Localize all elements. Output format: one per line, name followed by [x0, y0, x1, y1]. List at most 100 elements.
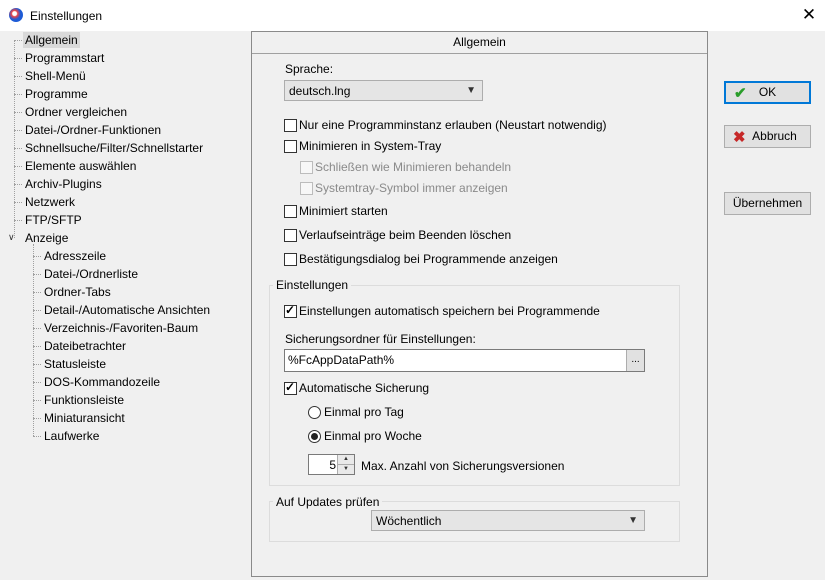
tree-item-ftp-sftp[interactable]: FTP/SFTP: [23, 212, 84, 228]
minimize-tray-checkbox[interactable]: [284, 140, 297, 153]
decrement-icon[interactable]: ▼: [337, 465, 354, 474]
once-per-day-radio[interactable]: [308, 406, 321, 419]
checkmark-icon: ✔: [734, 85, 747, 102]
tree-connector: [14, 94, 22, 95]
tree-subitem-datei-ordnerliste[interactable]: Datei-/Ordnerliste: [42, 266, 140, 282]
confirm-exit-label: Bestätigungsdialog bei Programmende anze…: [299, 252, 558, 266]
tree-connector: [33, 310, 41, 311]
clear-history-label: Verlaufseinträge beim Beenden löschen: [299, 228, 512, 242]
tree-connector: [33, 364, 41, 365]
single-instance-label: Nur eine Programminstanz erlauben (Neust…: [299, 118, 607, 132]
backup-folder-input[interactable]: [288, 353, 608, 367]
single-instance-checkbox[interactable]: [284, 119, 297, 132]
tree-connector: [14, 76, 22, 77]
start-minimized-checkbox[interactable]: [284, 205, 297, 218]
tree-connector: [33, 274, 41, 275]
tree-subitem-detail-automatische-ansichten[interactable]: Detail-/Automatische Ansichten: [42, 302, 212, 318]
tray-icon-always-label: Systemtray-Symbol immer anzeigen: [315, 181, 508, 195]
tree-connector: [33, 346, 41, 347]
panel-header: Allgemein: [252, 32, 707, 54]
tree-item-archiv-plugins[interactable]: Archiv-Plugins: [23, 176, 104, 192]
tree-connector: [33, 328, 41, 329]
tree-subitem-verzeichnis-favoriten-baum[interactable]: Verzeichnis-/Favoriten-Baum: [42, 320, 200, 336]
close-as-minimize-label: Schließen wie Minimieren behandeln: [315, 160, 512, 174]
language-select[interactable]: deutsch.lng ▼: [284, 80, 483, 101]
tree-subitem-dateibetrachter[interactable]: Dateibetrachter: [42, 338, 128, 354]
updates-group-title: Auf Updates prüfen: [273, 495, 383, 509]
tree-connector: [14, 130, 22, 131]
tree-item-schnellsuche-filter-schnellstarter[interactable]: Schnellsuche/Filter/Schnellstarter: [23, 140, 205, 156]
close-icon[interactable]: ✕: [797, 4, 821, 26]
tree-connector: [14, 148, 22, 149]
tree-connector: [14, 166, 22, 167]
tree-connector: [33, 382, 41, 383]
tree-subitem-statusleiste[interactable]: Statusleiste: [42, 356, 108, 372]
tree-subitem-funktionsleiste[interactable]: Funktionsleiste: [42, 392, 126, 408]
tree-connector: [33, 400, 41, 401]
tree-item-allgemein[interactable]: Allgemein: [23, 32, 80, 48]
language-label: Sprache:: [285, 62, 334, 76]
tree-item-ordner-vergleichen[interactable]: Ordner vergleichen: [23, 104, 129, 120]
tree-connector: [14, 40, 22, 41]
tree-subitem-adresszeile[interactable]: Adresszeile: [42, 248, 108, 264]
backup-folder-label: Sicherungsordner für Einstellungen:: [285, 332, 476, 346]
tree-connector: [14, 202, 22, 203]
auto-backup-checkbox[interactable]: [284, 380, 297, 395]
tree-item-shell-menü[interactable]: Shell-Menü: [23, 68, 88, 84]
start-minimized-label: Minimiert starten: [299, 204, 388, 218]
tree-connector: [14, 58, 22, 59]
max-versions-stepper[interactable]: 5 ▲ ▼: [308, 454, 355, 475]
ok-label: OK: [758, 85, 777, 99]
tree-connector: [33, 256, 41, 257]
app-icon: [9, 8, 23, 22]
cancel-label: Abbruch: [752, 129, 797, 143]
tree-item-programmstart[interactable]: Programmstart: [23, 50, 106, 66]
tree-item-netzwerk[interactable]: Netzwerk: [23, 194, 77, 210]
tree-connector: [14, 184, 22, 185]
once-per-week-label: Einmal pro Woche: [324, 429, 422, 443]
tree-connector: [33, 292, 41, 293]
ok-button[interactable]: ✔ OK: [724, 81, 811, 104]
update-frequency-select[interactable]: Wöchentlich ▼: [371, 510, 645, 531]
title-bar: [0, 0, 825, 31]
minimize-tray-label: Minimieren in System-Tray: [299, 139, 442, 153]
close-as-minimize-checkbox: [300, 161, 313, 174]
language-value: deutsch.lng: [289, 84, 351, 98]
tree-subitem-dos-kommandozeile[interactable]: DOS-Kommandozeile: [42, 374, 162, 390]
auto-backup-label: Automatische Sicherung: [299, 381, 430, 395]
chevron-down-icon[interactable]: ∨: [8, 232, 15, 243]
tree-subitem-ordner-tabs[interactable]: Ordner-Tabs: [42, 284, 113, 300]
tree-connector: [33, 244, 34, 436]
chevron-down-icon: ▼: [466, 85, 476, 96]
tree-connector: [14, 220, 22, 221]
auto-save-label: Einstellungen automatisch speichern bei …: [299, 304, 600, 318]
apply-label: Übernehmen: [732, 196, 803, 210]
max-versions-value: 5: [329, 458, 336, 472]
settings-group-title: Einstellungen: [273, 278, 352, 292]
tray-icon-always-checkbox: [300, 182, 313, 195]
window-title: Einstellungen: [30, 9, 103, 23]
tree-subitem-laufwerke[interactable]: Laufwerke: [42, 428, 101, 444]
tree-connector: [14, 112, 22, 113]
tree-subitem-miniaturansicht[interactable]: Miniaturansicht: [42, 410, 127, 426]
chevron-down-icon: ▼: [628, 515, 638, 526]
cancel-button[interactable]: ✖ Abbruch: [724, 125, 811, 148]
auto-save-checkbox[interactable]: [284, 303, 297, 318]
apply-button[interactable]: Übernehmen: [724, 192, 811, 215]
tree-connector: [33, 436, 41, 437]
cross-icon: ✖: [733, 129, 746, 146]
clear-history-checkbox[interactable]: [284, 229, 297, 242]
tree-connector: [33, 418, 41, 419]
confirm-exit-checkbox[interactable]: [284, 253, 297, 266]
browse-button[interactable]: ...: [626, 350, 644, 371]
update-frequency-value: Wöchentlich: [376, 514, 442, 528]
tree-item-elemente-auswählen[interactable]: Elemente auswählen: [23, 158, 138, 174]
increment-icon[interactable]: ▲: [337, 455, 354, 465]
max-versions-label: Max. Anzahl von Sicherungsversionen: [361, 459, 565, 473]
tree-item-anzeige[interactable]: Anzeige: [23, 230, 70, 246]
tree-item-programme[interactable]: Programme: [23, 86, 90, 102]
once-per-week-radio[interactable]: [308, 430, 321, 443]
backup-folder-field[interactable]: ...: [284, 349, 645, 372]
tree-connector: [14, 40, 15, 238]
tree-item-datei-ordner-funktionen[interactable]: Datei-/Ordner-Funktionen: [23, 122, 163, 138]
